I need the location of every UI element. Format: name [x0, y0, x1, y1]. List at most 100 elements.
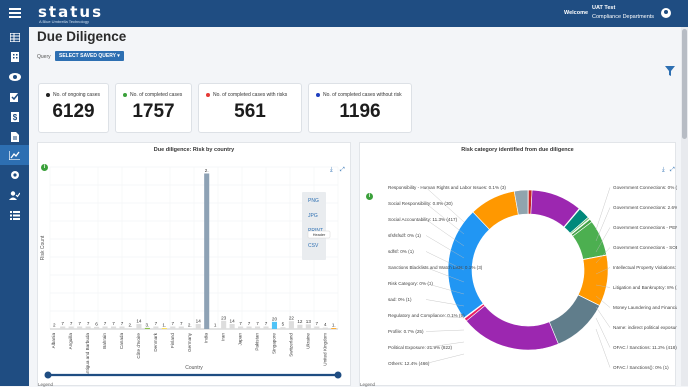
bar[interactable] — [69, 327, 74, 329]
slice-label: Sanctions Blacklists and Watch Lists: 0.… — [388, 265, 483, 270]
data-label: 7 — [316, 321, 319, 326]
bar[interactable] — [52, 328, 57, 329]
range-slider-handle-left[interactable] — [45, 372, 52, 379]
tick-label: Canada — [119, 333, 124, 350]
download-icon[interactable]: ⤓ — [662, 166, 665, 173]
bar[interactable] — [314, 327, 319, 329]
filter-icon[interactable] — [665, 66, 675, 76]
bar[interactable] — [331, 328, 336, 329]
slice-label: sdfsf: 0% (1) — [388, 249, 414, 254]
eye-icon[interactable] — [0, 67, 29, 87]
expand-icon[interactable]: ⤢ — [340, 166, 345, 173]
export-menu-item-jpg[interactable]: JPG — [308, 213, 318, 219]
export-menu-item-png[interactable]: PNG — [308, 198, 319, 204]
bar[interactable] — [187, 328, 192, 329]
page-scrollbar[interactable] — [681, 27, 688, 386]
bar[interactable] — [77, 327, 82, 329]
building-icon[interactable] — [0, 47, 29, 67]
bar[interactable] — [119, 327, 124, 329]
expand-icon[interactable]: ⤢ — [670, 166, 675, 173]
dot-icon — [206, 93, 210, 97]
bar[interactable] — [221, 321, 226, 329]
leader-line — [596, 188, 610, 231]
bar[interactable] — [111, 327, 116, 329]
list-icon[interactable] — [0, 205, 29, 225]
data-label: 7 — [121, 321, 124, 326]
tick-label: India — [204, 333, 209, 343]
checklist-icon[interactable] — [0, 87, 29, 107]
data-label: 7 — [239, 321, 242, 326]
bar[interactable] — [213, 328, 218, 329]
tick-label: Albania — [51, 333, 56, 349]
data-label: 2. — [129, 323, 133, 328]
bar[interactable] — [170, 327, 175, 329]
dot-icon — [123, 93, 127, 97]
data-label: 2 — [53, 323, 56, 328]
download-icon[interactable]: ⤓ — [330, 166, 333, 173]
data-label: 5 — [282, 322, 285, 327]
gear-icon[interactable] — [0, 165, 29, 185]
risk-by-country-panel: Due diligence: Risk by country i 2777767… — [37, 142, 351, 386]
stat-card-value: 1196 — [309, 101, 411, 123]
slice-label: Name: indirect political exposure - curr… — [613, 325, 677, 330]
bar[interactable] — [153, 327, 158, 329]
user-check-icon[interactable] — [0, 185, 29, 205]
stat-card-label: No. of completed cases with risks — [206, 92, 287, 98]
data-label: 14 — [196, 319, 202, 324]
table-icon[interactable] — [0, 27, 29, 47]
tick-label: Germany — [187, 332, 192, 352]
pie-slice[interactable] — [466, 306, 558, 350]
data-label: 20 — [272, 316, 278, 321]
bar[interactable] — [162, 328, 167, 329]
stat-card-label: No. of completed cases — [123, 92, 182, 98]
bar[interactable] — [179, 327, 184, 329]
bar[interactable] — [297, 325, 302, 329]
tick-label: Côte d'Ivoire — [136, 333, 141, 359]
query-label: Query — [37, 54, 51, 60]
dollar-icon[interactable]: $ — [0, 107, 29, 127]
bar[interactable] — [196, 324, 201, 329]
bar[interactable] — [204, 173, 209, 329]
bar[interactable] — [255, 327, 260, 329]
bar[interactable] — [136, 324, 141, 329]
slice-label: OFAC / Sanctions(): 0% (1) — [613, 365, 669, 370]
bar[interactable] — [263, 327, 268, 329]
bar[interactable] — [306, 324, 311, 329]
user-avatar-icon[interactable] — [661, 8, 671, 18]
sidebar: $ — [0, 27, 29, 386]
bar[interactable] — [247, 327, 252, 329]
bar[interactable] — [230, 324, 235, 329]
data-label: 7 — [104, 321, 107, 326]
bar[interactable] — [323, 328, 328, 329]
bar[interactable] — [145, 328, 150, 329]
select-saved-query-button[interactable]: SELECT SAVED QUERY ▾ — [55, 51, 124, 61]
bar[interactable] — [86, 327, 91, 329]
leader-line — [596, 318, 610, 348]
bar[interactable] — [128, 328, 133, 329]
leader-line — [596, 329, 610, 368]
tick-label: Japan — [238, 333, 243, 346]
scrollbar-thumb[interactable] — [682, 29, 687, 139]
bar[interactable] — [272, 322, 277, 329]
data-label: 7 — [155, 321, 158, 326]
export-menu-item-csv[interactable]: CSV — [308, 243, 319, 249]
bar[interactable] — [289, 321, 294, 329]
bar[interactable] — [238, 327, 243, 329]
leader-line — [426, 330, 464, 332]
pie-slice[interactable] — [549, 295, 599, 344]
range-slider-handle-right[interactable] — [335, 372, 342, 379]
data-label: 7 — [70, 321, 73, 326]
tick-label: Switzerland — [288, 333, 293, 357]
data-label: 23 — [221, 315, 227, 320]
document-icon[interactable] — [0, 127, 29, 147]
chart-icon[interactable] — [0, 145, 29, 165]
slice-label: Social Responsibility: 0.8% (30) — [388, 201, 453, 206]
slice-label: Litigation and Bankruptcy: 8% (296) — [613, 285, 677, 290]
bar[interactable] — [94, 327, 99, 329]
svg-text:$: $ — [12, 113, 17, 122]
menu-icon[interactable] — [9, 8, 21, 18]
bar[interactable] — [60, 327, 65, 329]
bar[interactable] — [280, 327, 285, 329]
tick-label: Pakistan — [255, 333, 260, 351]
bar[interactable] — [103, 327, 108, 329]
